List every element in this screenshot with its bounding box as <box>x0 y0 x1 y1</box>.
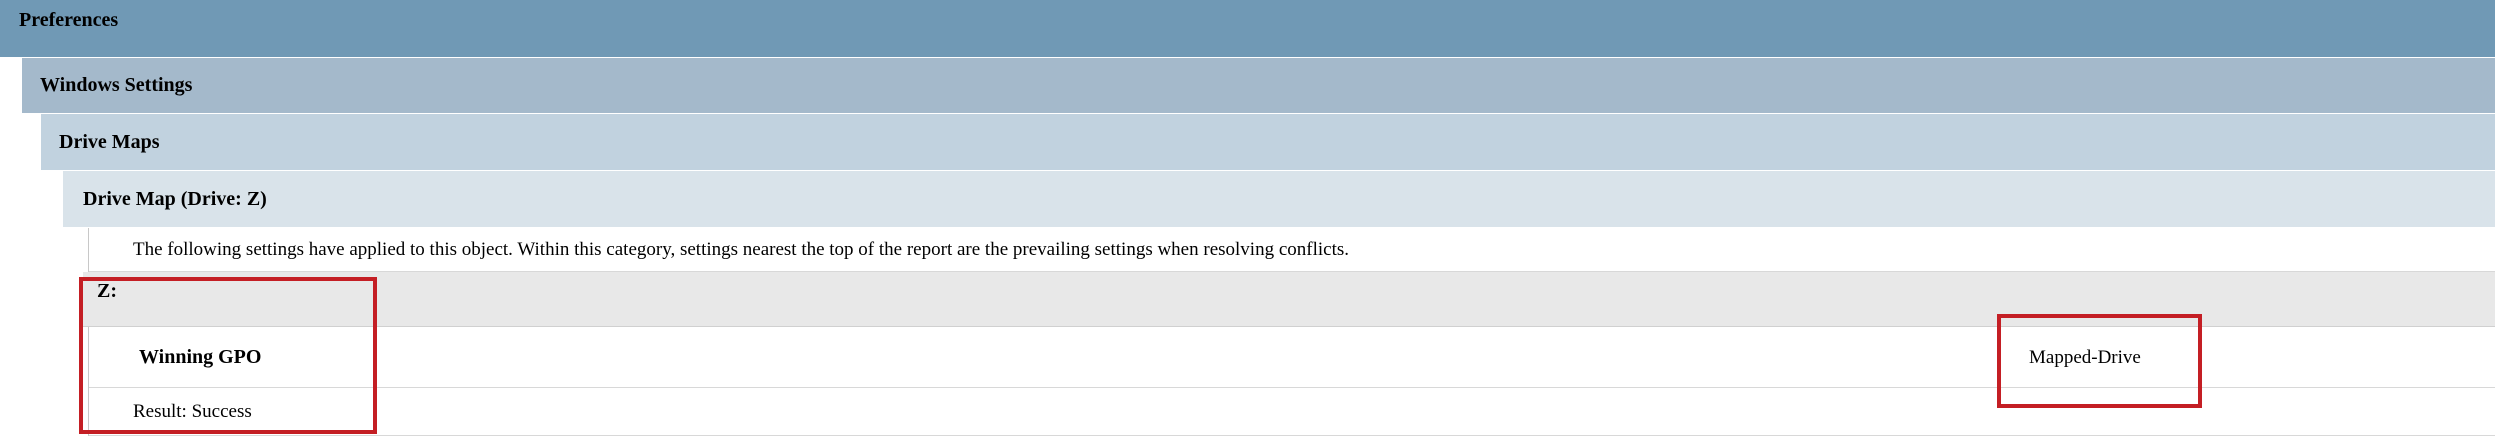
section-header-drive-map-z[interactable]: Drive Map (Drive: Z) <box>63 171 2495 228</box>
info-text: The following settings have applied to t… <box>133 238 1349 260</box>
drive-subheader: Z: <box>83 272 2495 327</box>
section-header-preferences[interactable]: Preferences <box>0 0 2495 58</box>
gpo-report-page: Preferences Windows Settings Drive Maps … <box>0 0 2495 436</box>
winning-gpo-label: Winning GPO <box>139 346 262 368</box>
drive-letter-heading: Z: <box>97 280 117 302</box>
winning-gpo-row: Winning GPO Mapped-Drive <box>89 327 2495 388</box>
drive-map-details-panel: The following settings have applied to t… <box>83 228 2495 436</box>
section-header-drive-maps[interactable]: Drive Maps <box>41 114 2495 171</box>
result-text: Result: Success <box>133 400 252 422</box>
section-header-windows-settings[interactable]: Windows Settings <box>22 58 2495 114</box>
section-title-drive-maps: Drive Maps <box>59 130 160 153</box>
section-title-preferences: Preferences <box>19 9 119 31</box>
section-title-windows-settings: Windows Settings <box>40 74 193 96</box>
result-row: Result: Success <box>89 388 2495 436</box>
winning-gpo-value: Mapped-Drive <box>2029 346 2141 368</box>
section-title-drive-map-z: Drive Map (Drive: Z) <box>83 187 267 210</box>
info-row: The following settings have applied to t… <box>89 228 2495 272</box>
